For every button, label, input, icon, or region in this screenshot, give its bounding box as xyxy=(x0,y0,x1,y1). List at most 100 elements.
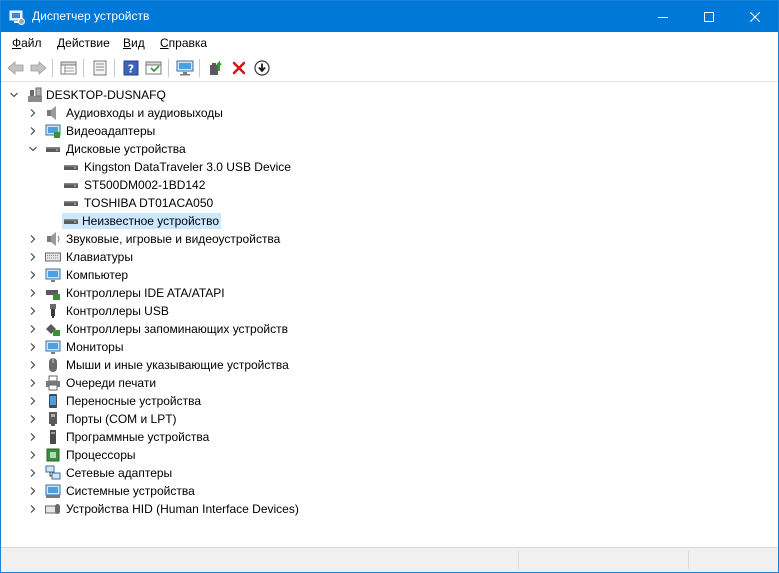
view-resources-icon[interactable] xyxy=(144,58,164,78)
chevron-right-icon[interactable] xyxy=(28,270,38,280)
title-bar[interactable]: Диспетчер устройств xyxy=(1,1,778,32)
tree-device[interactable]: Kingston DataTraveler 3.0 USB Device xyxy=(1,158,778,176)
tree-category[interactable]: Очереди печати xyxy=(1,374,778,392)
ide-controller-icon xyxy=(44,285,62,301)
uninstall-x-icon[interactable] xyxy=(229,58,249,78)
tree-category[interactable]: Компьютер xyxy=(1,266,778,284)
chevron-right-icon[interactable] xyxy=(28,468,38,478)
maximize-button[interactable] xyxy=(686,1,732,32)
tree-root-label: DESKTOP-DUSNAFQ xyxy=(46,88,166,102)
chevron-down-icon[interactable] xyxy=(28,144,38,154)
usb-icon xyxy=(44,303,62,319)
chevron-right-icon[interactable] xyxy=(28,234,38,244)
tree-root[interactable]: DESKTOP-DUSNAFQ xyxy=(1,86,778,104)
tree-category[interactable]: Клавиатуры xyxy=(1,248,778,266)
category-label: Сетевые адаптеры xyxy=(66,466,173,480)
properties-icon[interactable] xyxy=(90,58,110,78)
back-arrow-icon[interactable] xyxy=(6,58,26,78)
tree-category[interactable]: Программные устройства xyxy=(1,428,778,446)
portable-device-icon xyxy=(44,393,62,409)
tree-category[interactable]: Системные устройства xyxy=(1,482,778,500)
network-adapter-icon xyxy=(44,465,62,481)
chevron-right-icon[interactable] xyxy=(28,378,38,388)
svg-text:?: ? xyxy=(128,63,134,76)
disable-device-icon[interactable] xyxy=(252,58,272,78)
category-label: Переносные устройства xyxy=(66,394,202,408)
chevron-right-icon[interactable] xyxy=(28,432,38,442)
category-label: Процессоры xyxy=(66,448,136,462)
chevron-right-icon[interactable] xyxy=(28,288,38,298)
category-label: Мониторы xyxy=(66,340,124,354)
toolbar-separator xyxy=(199,59,200,77)
chevron-right-icon[interactable] xyxy=(28,342,38,352)
chevron-right-icon[interactable] xyxy=(28,306,38,316)
toolbar-separator xyxy=(114,59,115,77)
category-label: Программные устройства xyxy=(66,430,210,444)
tree-category[interactable]: Мыши и иные указывающие устройства xyxy=(1,356,778,374)
tree-category[interactable]: Звуковые, игровые и видеоустройства xyxy=(1,230,778,248)
monitor-icon xyxy=(44,339,62,355)
window-title: Диспетчер устройств xyxy=(32,9,150,23)
chevron-down-icon[interactable] xyxy=(9,90,19,100)
tree-category[interactable]: Контроллеры USB xyxy=(1,302,778,320)
category-label: Контроллеры USB xyxy=(66,304,169,318)
tree-category[interactable]: Видеоадаптеры xyxy=(1,122,778,140)
category-label: Системные устройства xyxy=(66,484,195,498)
processor-icon xyxy=(44,447,62,463)
chevron-right-icon[interactable] xyxy=(28,324,38,334)
mouse-icon xyxy=(44,357,62,373)
device-label: ST500DM002-1BD142 xyxy=(84,178,206,192)
chevron-right-icon[interactable] xyxy=(28,450,38,460)
category-label: Очереди печати xyxy=(66,376,157,390)
menu-view[interactable]: Вид xyxy=(123,36,145,50)
toolbar-separator xyxy=(52,59,53,77)
chevron-right-icon[interactable] xyxy=(28,486,38,496)
category-label: Дисковые устройства xyxy=(66,142,186,156)
tree-category[interactable]: Контроллеры запоминающих устройств xyxy=(1,320,778,338)
menu-action[interactable]: Действие xyxy=(57,36,110,50)
show-hidden-icon[interactable] xyxy=(59,58,79,78)
tree-category[interactable]: Процессоры xyxy=(1,446,778,464)
chevron-right-icon[interactable] xyxy=(28,252,38,262)
chevron-right-icon[interactable] xyxy=(28,396,38,406)
tree-device[interactable]: ST500DM002-1BD142 xyxy=(1,176,778,194)
tree-category[interactable]: Дисковые устройства xyxy=(1,140,778,158)
chevron-right-icon[interactable] xyxy=(28,126,38,136)
device-manager-icon xyxy=(9,9,25,25)
tree-device-selected[interactable]: Неизвестное устройство xyxy=(1,212,778,230)
monitor-scan-icon[interactable] xyxy=(175,58,195,78)
speaker-icon xyxy=(44,105,62,121)
toolbar-separator xyxy=(168,59,169,77)
chevron-right-icon[interactable] xyxy=(28,414,38,424)
chevron-right-icon[interactable] xyxy=(28,108,38,118)
tree-category[interactable]: Переносные устройства xyxy=(1,392,778,410)
category-label: Контроллеры IDE ATA/ATAPI xyxy=(66,286,225,300)
tree-device[interactable]: TOSHIBA DT01ACA050 xyxy=(1,194,778,212)
close-button[interactable] xyxy=(732,1,778,32)
device-tree[interactable]: DESKTOP-DUSNAFQ Аудиовходы и аудиовыходы… xyxy=(1,83,778,546)
tree-category[interactable]: Мониторы xyxy=(1,338,778,356)
tree-category[interactable]: Контроллеры IDE ATA/ATAPI xyxy=(1,284,778,302)
tree-category[interactable]: Порты (COM и LPT) xyxy=(1,410,778,428)
forward-arrow-icon[interactable] xyxy=(28,58,48,78)
update-driver-icon[interactable] xyxy=(206,58,226,78)
chevron-right-icon[interactable] xyxy=(28,360,38,370)
storage-controller-icon xyxy=(44,321,62,337)
printer-icon xyxy=(44,375,62,391)
sound-icon xyxy=(44,231,62,247)
display-adapter-icon xyxy=(44,123,62,139)
menu-help[interactable]: Справка xyxy=(160,36,207,50)
hid-icon xyxy=(44,501,62,517)
minimize-button[interactable] xyxy=(640,1,686,32)
toolbar: ? xyxy=(1,54,778,82)
device-manager-window: Диспетчер устройств Файл Действие Вид Сп… xyxy=(0,0,779,573)
help-icon[interactable]: ? xyxy=(121,58,141,78)
software-device-icon xyxy=(44,429,62,445)
tree-category[interactable]: Устройства HID (Human Interface Devices) xyxy=(1,500,778,518)
tree-category[interactable]: Сетевые адаптеры xyxy=(1,464,778,482)
chevron-right-icon[interactable] xyxy=(28,504,38,514)
status-bar xyxy=(1,547,778,572)
menu-bar: Файл Действие Вид Справка xyxy=(1,32,778,54)
tree-category[interactable]: Аудиовходы и аудиовыходы xyxy=(1,104,778,122)
menu-file[interactable]: Файл xyxy=(12,36,42,50)
